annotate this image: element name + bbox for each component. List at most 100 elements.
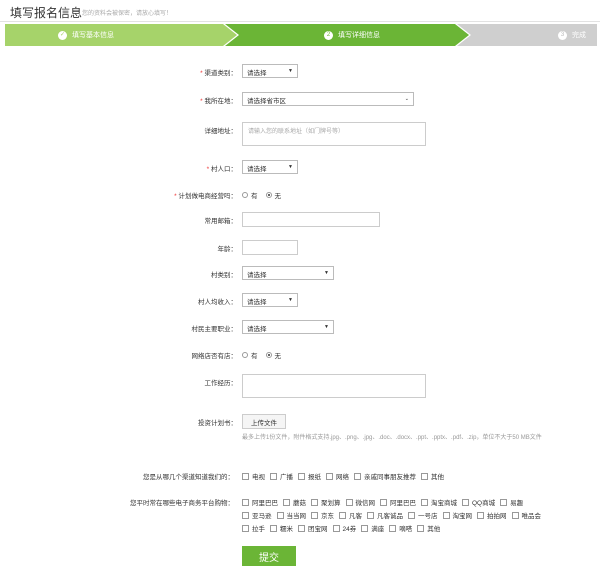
chevron-down-icon: ▼ xyxy=(324,270,329,276)
row-plan: 投资计划书： 上传文件 xyxy=(0,414,600,430)
page-title: 填写报名信息 xyxy=(10,6,83,20)
income-label: 村人均收入： xyxy=(198,299,237,306)
row-shop: 网络店否有店： 有 无 xyxy=(0,347,600,363)
chevron-down-icon: ▼ xyxy=(288,68,293,74)
checkbox-platform[interactable]: 满座 xyxy=(361,523,384,533)
submit-button[interactable]: 提交 xyxy=(242,546,296,566)
row-industry: 村民主要职业： 请选择 ▼ xyxy=(0,320,600,336)
upload-button[interactable]: 上传文件 xyxy=(242,414,286,429)
checkbox-platform[interactable]: 阿里巴巴 xyxy=(242,497,278,507)
checkbox-platform[interactable]: 拍拍网 xyxy=(477,510,507,520)
checkbox-platform[interactable]: 淘宝商城 xyxy=(421,497,457,507)
job-textarea[interactable] xyxy=(242,374,426,398)
checkbox-platform[interactable]: 拉手 xyxy=(242,523,265,533)
row-channel: * 请选择渠道类别： 请选择▼ xyxy=(0,64,600,80)
checkbox-platform[interactable]: 当当网 xyxy=(276,510,306,520)
checkbox-platform[interactable]: 蘑菇 xyxy=(283,497,306,507)
checkbox-platform[interactable]: 24券 xyxy=(332,523,356,533)
platforms-row-3: 拉手 糯米 团宝网 24券 满座 嘀嗒 其他 xyxy=(242,522,445,534)
address-textarea[interactable]: 请输入您的联系地址（如门牌号等） xyxy=(242,122,426,146)
checkbox-platform[interactable]: 嘀嗒 xyxy=(389,523,412,533)
checkbox-platform[interactable]: 微信网 xyxy=(345,497,375,507)
checkbox-platform[interactable]: 聚划算 xyxy=(311,497,341,507)
checkbox-platform[interactable]: 凡客 xyxy=(339,510,362,520)
platforms-row-1: 阿里巴巴 蘑菇 聚划算 微信网 阿里巴巴 淘宝商城 QQ商城 易趣 xyxy=(242,496,528,508)
checkbox-platform[interactable]: 淘宝网 xyxy=(442,510,472,520)
industry-select[interactable]: 请选择 ▼ xyxy=(242,320,334,334)
job-label: 工作经历： xyxy=(204,380,238,387)
row-experience: * 计划做电商经营吗： 有 无 xyxy=(0,187,600,203)
upload-hint: 最多上传1份文件，附件格式支持.jpg、.png、.jpg、.doc、.docx… xyxy=(242,435,542,441)
checkbox-platform[interactable]: 亚马逊 xyxy=(242,510,272,520)
platforms-label: 您平时常在哪些电子商务平台购物： xyxy=(130,500,234,507)
chevron-down-icon: ▼ xyxy=(288,297,293,303)
village-type-label: 村类别： xyxy=(211,272,237,279)
population-select[interactable]: 请选择 ▼ xyxy=(242,160,298,174)
age-field[interactable] xyxy=(242,240,298,255)
step-number: 3 xyxy=(558,30,567,40)
row-location: * 我所在地： 请选择省市区 ⌄ xyxy=(0,92,600,108)
checkbox-platform[interactable]: 团宝网 xyxy=(298,523,328,533)
income-select[interactable]: 请选择 ▼ xyxy=(242,293,298,307)
checkbox-radio[interactable]: 广播 xyxy=(270,471,293,481)
step-basic-info: ✓ 填写基本信息 xyxy=(5,24,237,46)
header-bar: 填写报名信息 您的资料会被保密，请放心填写！ xyxy=(0,0,600,22)
checkbox-platform[interactable]: 易趣 xyxy=(500,497,523,507)
checkbox-platform[interactable]: 一号店 xyxy=(408,510,438,520)
radio-yes[interactable]: 有 xyxy=(242,190,258,200)
radio-yes[interactable]: 有 xyxy=(242,350,258,360)
step-done: 3 完成 xyxy=(457,24,597,46)
population-label: * 村人口： xyxy=(206,166,237,173)
checkbox-platform[interactable]: 阿里巴巴 xyxy=(380,497,416,507)
address-label: 详细地址： xyxy=(204,128,238,135)
email-field[interactable] xyxy=(242,212,380,227)
step-label: 填写基本信息 xyxy=(72,32,114,39)
progress-steps: ✓ 填写基本信息 2 填写详细信息 3 完成 xyxy=(5,24,597,46)
row-income: 村人均收入： 请选择 ▼ xyxy=(0,293,600,309)
checkbox-platform[interactable]: 糯米 xyxy=(270,523,293,533)
row-job: 工作经历： xyxy=(0,374,600,400)
shop-label: 网络店否有店： xyxy=(191,353,238,360)
chevron-down-icon: ▼ xyxy=(288,164,293,170)
row-village-type: 村类别： 请选择 ▼ xyxy=(0,266,600,282)
radio-no[interactable]: 无 xyxy=(265,190,281,200)
row-email: 常用邮箱： xyxy=(0,212,600,228)
step-label: 填写详细信息 xyxy=(338,32,380,39)
source-label: 您是从哪几个渠道知道我们的： xyxy=(143,474,234,481)
checkbox-platform[interactable]: QQ商城 xyxy=(462,497,495,507)
step-number: 2 xyxy=(324,30,333,40)
checkbox-newspaper[interactable]: 报纸 xyxy=(298,471,321,481)
check-icon: ✓ xyxy=(58,30,67,40)
checkbox-tv[interactable]: 电视 xyxy=(242,471,265,481)
age-label: 年龄： xyxy=(217,246,238,253)
step-label: 完成 xyxy=(572,32,586,39)
checkbox-platform[interactable]: 京东 xyxy=(311,510,334,520)
checkbox-internet[interactable]: 网络 xyxy=(326,471,349,481)
chevron-down-icon: ⌄ xyxy=(404,96,409,102)
industry-label: 村民主要职业： xyxy=(191,326,238,333)
shop-radios: 有 无 xyxy=(242,350,289,360)
step-detail-info: 2 填写详细信息 xyxy=(225,24,469,46)
location-select[interactable]: 请选择省市区 ⌄ xyxy=(242,92,414,106)
checkbox-platform[interactable]: 唯品会 xyxy=(511,510,541,520)
row-population: * 村人口： 请选择 ▼ xyxy=(0,160,600,176)
village-type-select[interactable]: 请选择 ▼ xyxy=(242,266,334,280)
location-label: * 我所在地： xyxy=(200,98,237,105)
page-subtitle: 您的资料会被保密，请放心填写！ xyxy=(82,11,173,17)
platforms-row-2: 亚马逊 当当网 京东 凡客 凡客诚品 一号店 淘宝网 拍拍网 唯品会 xyxy=(242,509,546,521)
checkbox-referral[interactable]: 亲戚同事朋友推荐 xyxy=(354,471,416,481)
checkbox-platform[interactable]: 其他 xyxy=(417,523,440,533)
plan-label: 投资计划书： xyxy=(198,420,237,427)
checkbox-platform[interactable]: 凡客诚品 xyxy=(367,510,403,520)
experience-label: * 计划做电商经营吗： xyxy=(174,193,237,200)
radio-no[interactable]: 无 xyxy=(265,350,281,360)
checkbox-other[interactable]: 其他 xyxy=(421,471,444,481)
channel-label: * 请选择渠道类别： xyxy=(200,70,237,77)
channel-select[interactable]: 请选择 ▼ xyxy=(242,64,298,78)
experience-radios: 有 无 xyxy=(242,190,289,200)
source-options: 电视 广播 报纸 网络 亲戚同事朋友推荐 其他 xyxy=(242,470,449,482)
chevron-down-icon: ▼ xyxy=(324,324,329,330)
email-label: 常用邮箱： xyxy=(204,218,238,225)
row-address: 详细地址： 请输入您的联系地址（如门牌号等） xyxy=(0,122,600,148)
row-age: 年龄： xyxy=(0,240,600,256)
